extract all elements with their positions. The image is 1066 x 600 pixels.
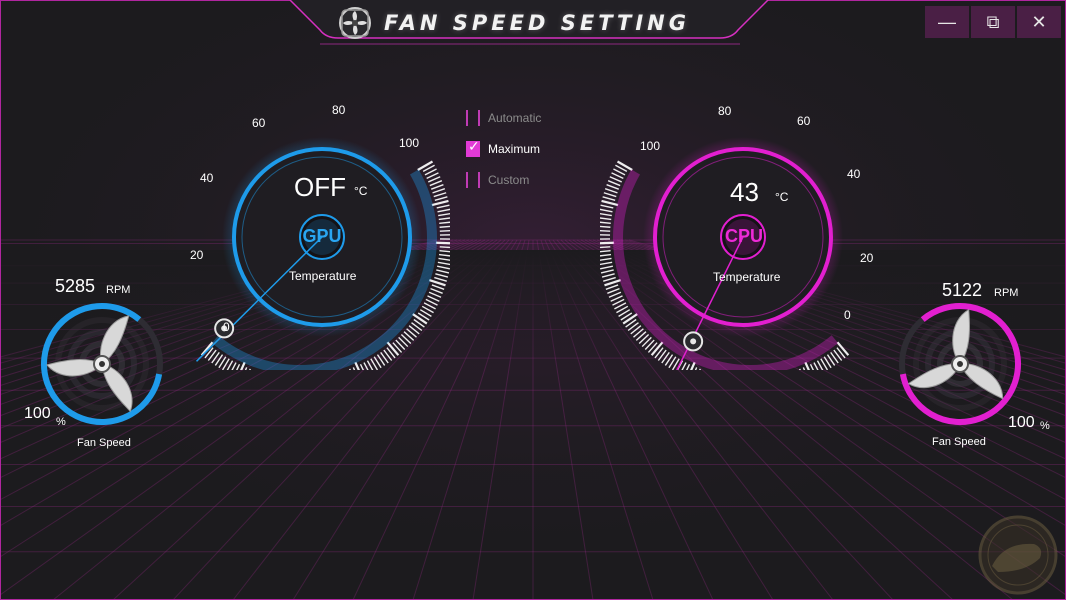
automatic-checkbox[interactable] bbox=[466, 110, 480, 126]
cpu-fan-rpm: 5122 bbox=[942, 280, 983, 300]
cpu-fan-percent-unit: % bbox=[1040, 420, 1050, 432]
gpu-scale-label: 60 bbox=[252, 116, 266, 130]
cpu-temperature-caption: Temperature bbox=[713, 270, 781, 284]
cpu-scale-label: 80 bbox=[718, 104, 732, 118]
cpu-scale-label: 0 bbox=[844, 308, 851, 322]
gpu-chip-label: GPU bbox=[302, 226, 342, 246]
mode-custom[interactable]: Custom bbox=[466, 170, 529, 190]
cpu-fan-rpm-unit: RPM bbox=[994, 287, 1019, 299]
gpu-temperature-gauge bbox=[195, 137, 450, 370]
gpu-fan-percent: 100 bbox=[24, 405, 51, 422]
gpu-fan-icon bbox=[41, 303, 163, 425]
minimize-icon: — bbox=[938, 11, 956, 32]
fan-speed-window: Fan Speed Setting — ⧉ ✕ OFF °C GPU Tempe… bbox=[0, 0, 1066, 600]
gpu-scale-label: 20 bbox=[190, 248, 204, 262]
cpu-scale-label: 20 bbox=[860, 251, 874, 265]
fan-icon bbox=[339, 7, 371, 39]
mode-automatic[interactable]: Automatic bbox=[466, 108, 541, 128]
cpu-scale-label: 100 bbox=[640, 139, 661, 153]
cpu-scale-label: 40 bbox=[847, 167, 861, 181]
gpu-scale-label: 80 bbox=[332, 103, 346, 117]
gpu-temperature-value: OFF bbox=[294, 172, 346, 202]
mode-automatic-label: Automatic bbox=[488, 111, 542, 125]
ixbt-logo bbox=[978, 515, 1058, 595]
mode-custom-label: Custom bbox=[488, 173, 530, 187]
gpu-fan-rpm: 5285 bbox=[55, 276, 96, 296]
gpu-temperature-caption: Temperature bbox=[289, 269, 357, 283]
gpu-scale-label: 100 bbox=[399, 136, 420, 150]
cpu-scale-label: 60 bbox=[797, 114, 811, 128]
gpu-fan-rpm-unit: RPM bbox=[106, 284, 131, 296]
cpu-temperature-value: 43 bbox=[730, 177, 759, 207]
custom-checkbox[interactable] bbox=[466, 172, 480, 188]
maximize-button[interactable]: ⧉ bbox=[971, 6, 1015, 38]
mode-maximum[interactable]: Maximum bbox=[466, 138, 541, 159]
gpu-fan-percent-unit: % bbox=[56, 416, 66, 428]
cpu-temperature-unit: °C bbox=[775, 190, 789, 204]
cpu-fan-percent: 100 bbox=[1008, 414, 1035, 431]
mode-maximum-label: Maximum bbox=[488, 142, 541, 156]
gpu-temperature-unit: °C bbox=[354, 184, 368, 198]
minimize-button[interactable]: — bbox=[925, 6, 969, 38]
gpu-scale-label: 0 bbox=[223, 320, 230, 334]
close-icon: ✕ bbox=[1031, 11, 1047, 32]
cpu-temperature-gauge bbox=[600, 137, 850, 370]
close-button[interactable]: ✕ bbox=[1017, 6, 1061, 38]
maximum-checkbox[interactable] bbox=[466, 138, 480, 157]
window-title: Fan Speed Setting bbox=[384, 11, 690, 35]
cpu-chip-label: CPU bbox=[724, 226, 763, 246]
maximize-icon: ⧉ bbox=[986, 11, 1000, 32]
gpu-scale-label: 40 bbox=[200, 171, 214, 185]
gpu-fan-speed-caption: Fan Speed bbox=[77, 437, 131, 449]
cpu-fan-speed-caption: Fan Speed bbox=[932, 436, 986, 448]
cpu-fan-icon bbox=[899, 303, 1021, 425]
